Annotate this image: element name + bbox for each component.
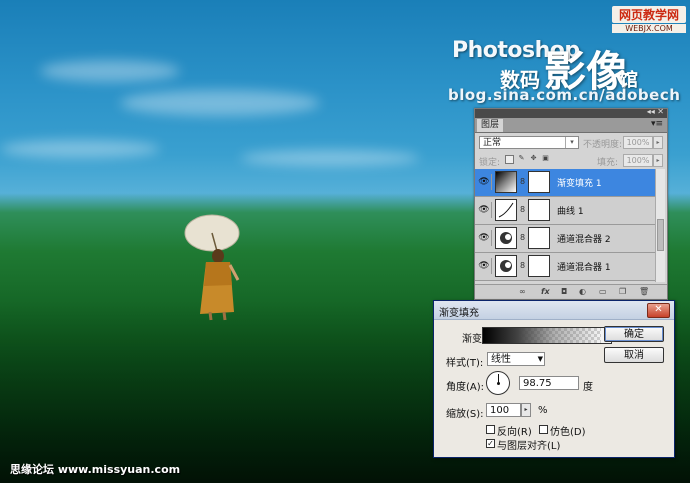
panel-header: ◂◂ ✕: [475, 107, 667, 118]
lock-label: 锁定:: [479, 158, 501, 168]
corner-logo-url: WEBJX.COM: [612, 24, 686, 33]
angle-input[interactable]: 98.75: [519, 376, 579, 390]
corner-logo-title: 网页教学网: [612, 6, 686, 23]
layer-row[interactable]: 👁 8 渐变填充 1: [475, 169, 655, 197]
chain-link-icon: 8: [520, 261, 526, 270]
blend-mode-select[interactable]: 正常 ▾: [479, 136, 579, 149]
fill-label: 填充:: [597, 158, 619, 168]
watermark-blog-url: blog.sina.com.cn/adobech: [448, 86, 681, 104]
ok-button[interactable]: 确定: [604, 326, 664, 342]
chain-link-icon: 8: [520, 177, 526, 186]
corner-logo: 网页教学网 WEBJX.COM: [612, 6, 686, 34]
layers-panel: ◂◂ ✕ 图层 ▾≡ 正常 ▾ 不透明度: 100% ▸ 锁定: ✎ ✥ ▣ 填…: [474, 107, 668, 300]
eye-icon[interactable]: 👁: [477, 230, 492, 246]
curves-icon: [495, 199, 517, 221]
dither-label: 仿色(D): [550, 427, 586, 438]
align-label: 与图层对齐(L): [497, 441, 561, 452]
scale-arrow-icon[interactable]: ▸: [521, 403, 531, 417]
eye-icon[interactable]: 👁: [477, 202, 492, 218]
layer-mask-thumbnail: [528, 199, 550, 221]
layer-mask-thumbnail: [528, 255, 550, 277]
lock-move-icon[interactable]: ✥: [529, 155, 538, 164]
layer-name: 渐变填充 1: [557, 179, 602, 189]
eye-icon[interactable]: 👁: [477, 174, 492, 190]
layer-row[interactable]: 👁 8 曲线 1: [475, 197, 655, 225]
layer-row[interactable]: 👁 8 通道混合器 2: [475, 225, 655, 253]
angle-dial-center: [497, 382, 500, 385]
dialog-titlebar: 渐变填充 ✕: [434, 301, 674, 320]
channel-mixer-icon: [495, 255, 517, 277]
align-checkbox[interactable]: ✓: [486, 439, 495, 448]
watermark-forum: 思缘论坛 www.missyuan.com: [10, 463, 181, 476]
scale-unit: %: [538, 405, 548, 416]
fill-input[interactable]: 100%: [623, 154, 653, 167]
opacity-input[interactable]: 100%: [623, 136, 653, 149]
lock-transparent-icon[interactable]: [505, 155, 514, 164]
dither-checkbox[interactable]: [539, 425, 548, 434]
reverse-checkbox[interactable]: [486, 425, 495, 434]
angle-unit: 度: [583, 382, 593, 393]
layer-name: 通道混合器 1: [557, 263, 611, 273]
chevron-down-icon: ▼: [537, 355, 543, 363]
opacity-label: 不透明度:: [583, 140, 623, 150]
style-label: 样式(T):: [446, 358, 484, 369]
panel-tabbar: 图层 ▾≡: [475, 118, 667, 133]
blend-mode-value: 正常: [483, 138, 502, 148]
scrollbar-thumb[interactable]: [657, 219, 664, 251]
trash-icon[interactable]: 🗑: [639, 287, 649, 296]
gradient-fill-dialog: 渐变填充 ✕ 渐变: ▾ 确定 取消 样式(T): 线性 ▼ 角度(A): 98…: [433, 300, 675, 458]
tab-layers[interactable]: 图层: [477, 119, 504, 132]
adjustment-icon[interactable]: ◐: [579, 287, 586, 296]
layer-name: 通道混合器 2: [557, 235, 611, 245]
mask-icon[interactable]: ◘: [561, 287, 567, 296]
close-icon[interactable]: ✕: [647, 303, 670, 318]
scale-input[interactable]: 100: [486, 403, 521, 417]
layer-mask-thumbnail: [528, 227, 550, 249]
layer-row[interactable]: 👁 8 通道混合器 1: [475, 253, 655, 281]
gradient-fill-icon: [495, 171, 517, 193]
angle-label: 角度(A):: [446, 382, 485, 393]
chevron-down-icon: ▾: [565, 137, 578, 148]
blend-row: 正常 ▾ 不透明度: 100% ▸: [475, 133, 667, 151]
panel-collapse-icon[interactable]: ◂◂ ✕: [647, 107, 664, 116]
angle-dial[interactable]: [486, 371, 510, 395]
channel-mixer-icon: [495, 227, 517, 249]
link-icon[interactable]: ∞: [519, 287, 526, 296]
folder-icon[interactable]: ▭: [599, 287, 607, 296]
style-select[interactable]: 线性 ▼: [487, 352, 545, 366]
cancel-button[interactable]: 取消: [604, 347, 664, 363]
new-layer-icon[interactable]: ❐: [619, 287, 626, 296]
dialog-title: 渐变填充: [439, 308, 479, 319]
scale-label: 缩放(S):: [446, 409, 484, 420]
style-value: 线性: [491, 354, 511, 365]
reverse-label: 反向(R): [497, 427, 532, 438]
lock-all-icon[interactable]: ▣: [541, 155, 550, 164]
chain-link-icon: 8: [520, 233, 526, 242]
panel-footer: ∞ fx ◘ ◐ ▭ ❐ 🗑: [475, 284, 667, 299]
lock-brush-icon[interactable]: ✎: [517, 155, 526, 164]
eye-icon[interactable]: 👁: [477, 258, 492, 274]
layer-name: 曲线 1: [557, 207, 584, 217]
layers-scrollbar[interactable]: [655, 169, 665, 282]
fx-icon[interactable]: fx: [541, 287, 550, 296]
layer-mask-thumbnail: [528, 171, 550, 193]
panel-menu-icon[interactable]: ▾≡: [651, 119, 663, 129]
gradient-swatch[interactable]: [482, 327, 602, 344]
fill-arrow-icon[interactable]: ▸: [653, 154, 663, 167]
chain-link-icon: 8: [520, 205, 526, 214]
lock-row: 锁定: ✎ ✥ ▣ 填充: 100% ▸: [475, 151, 667, 169]
opacity-arrow-icon[interactable]: ▸: [653, 136, 663, 149]
